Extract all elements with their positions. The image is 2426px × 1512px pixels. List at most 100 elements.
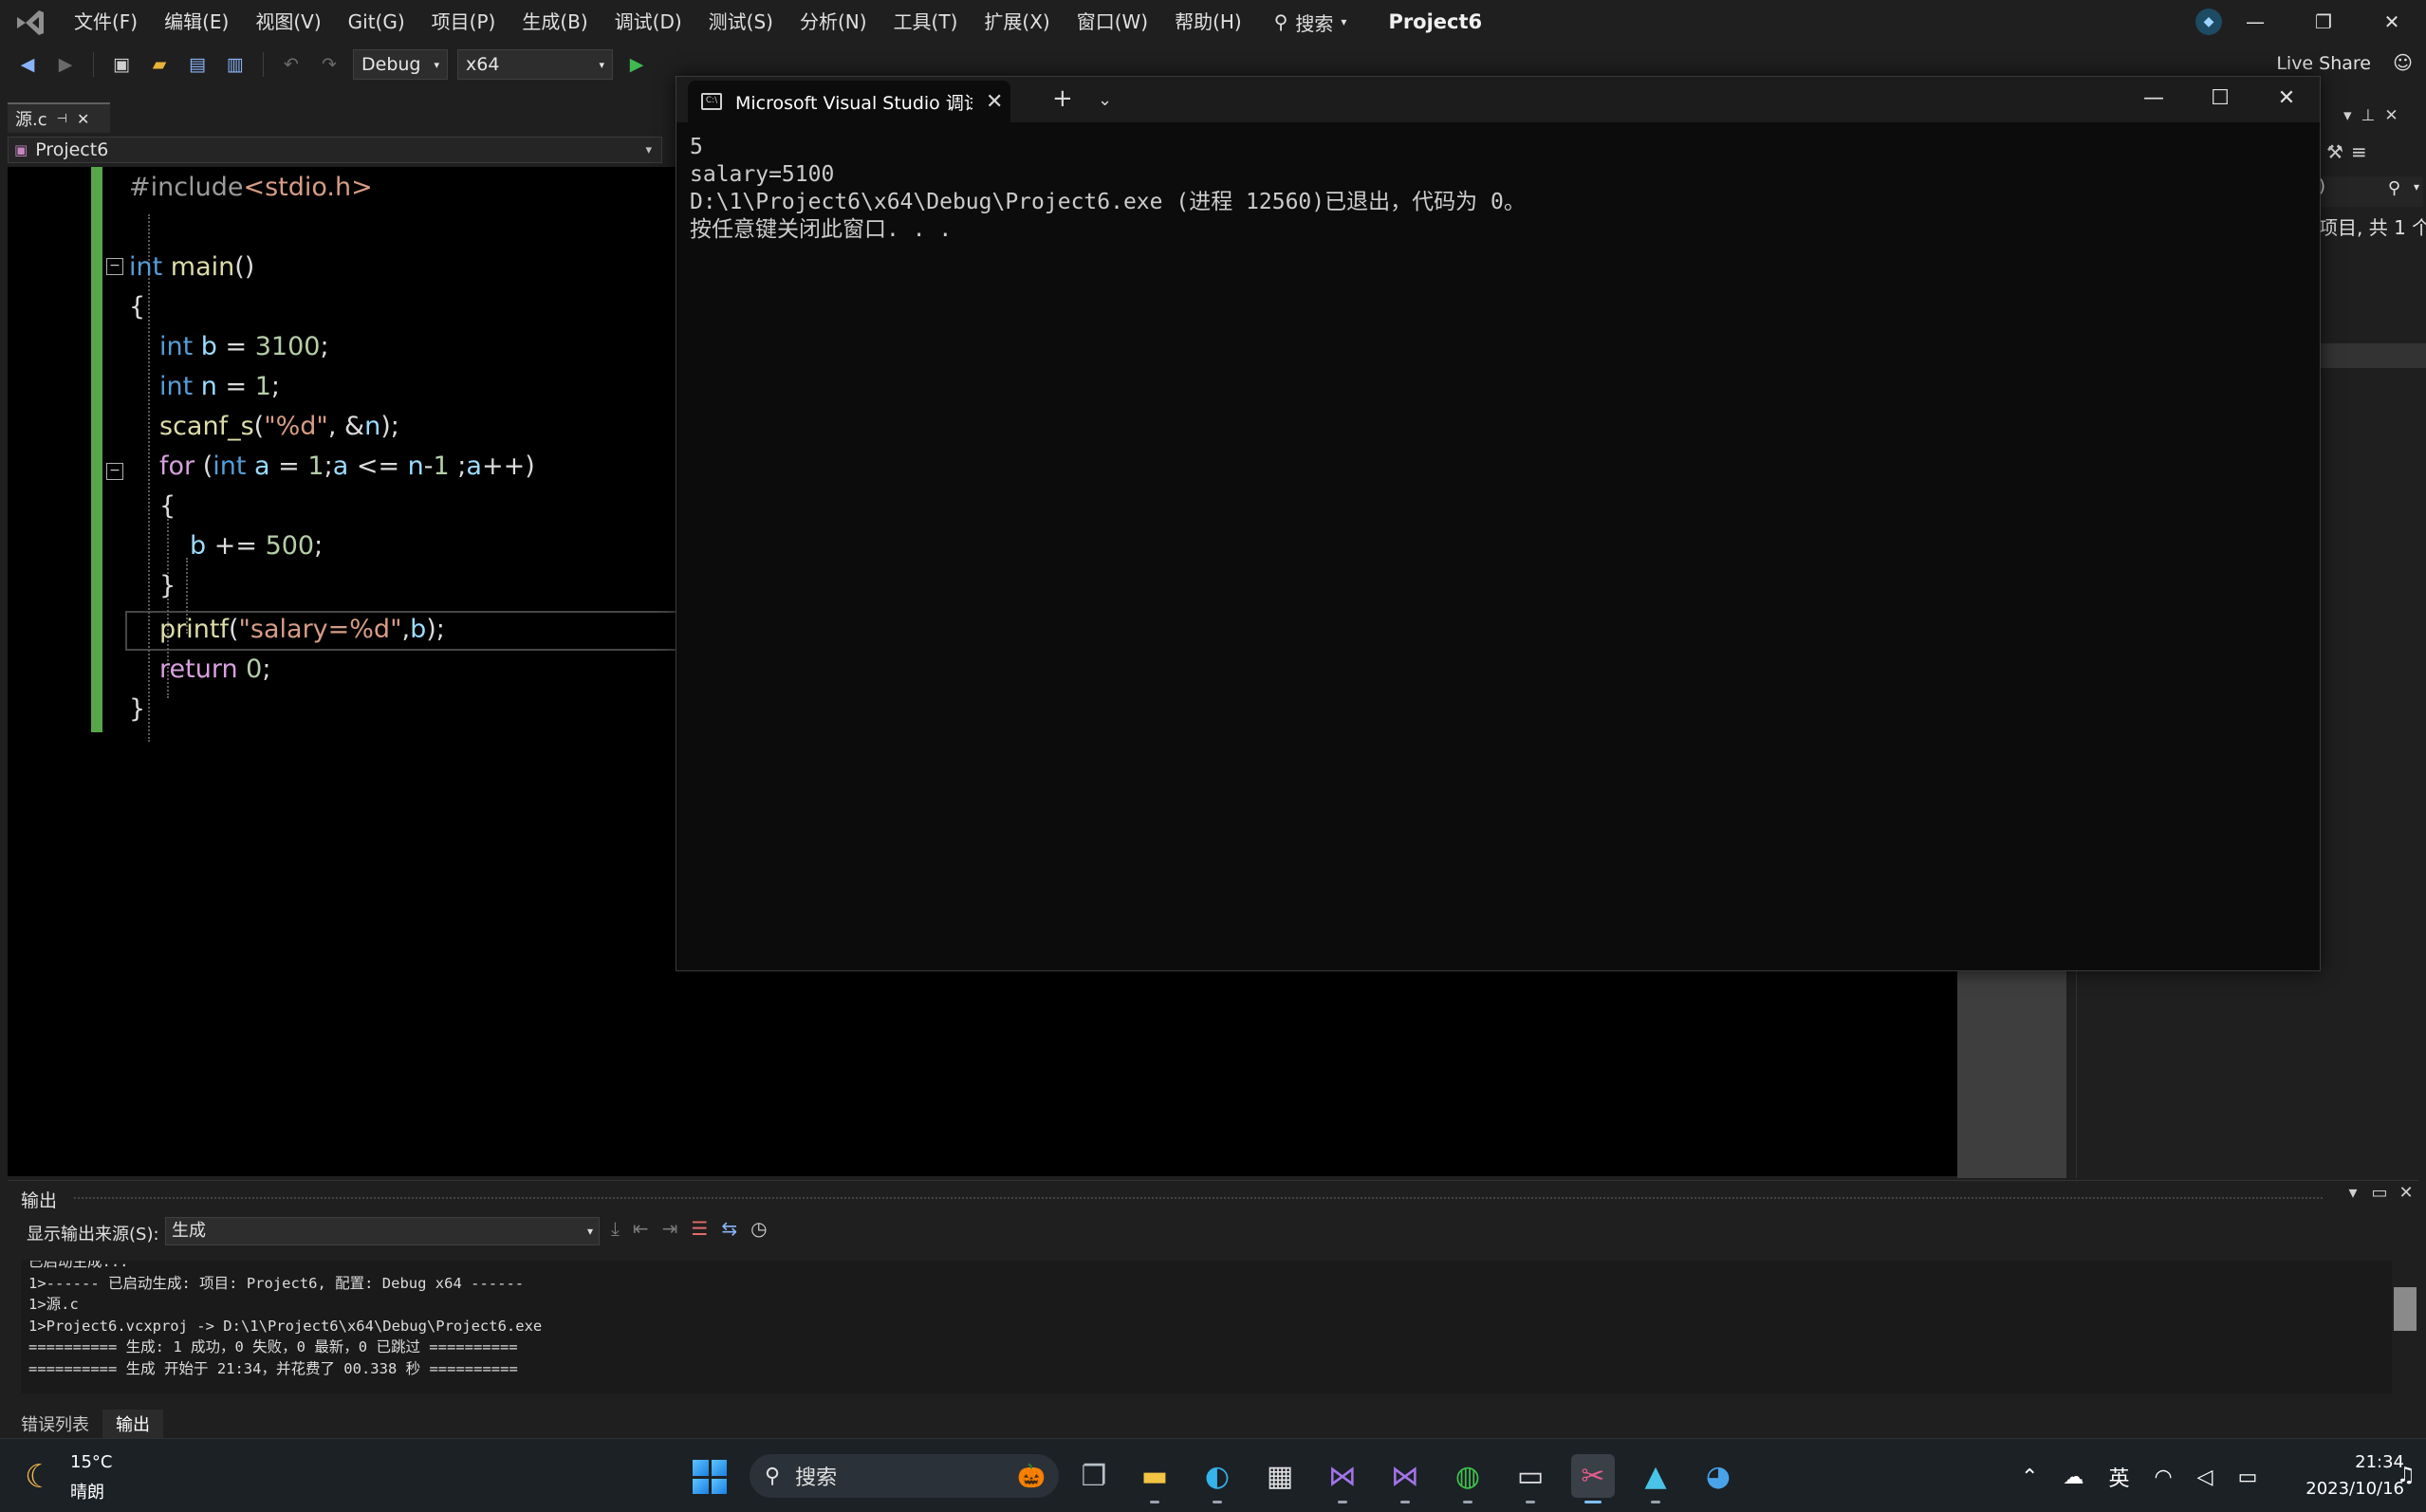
punctuation: () xyxy=(234,252,255,282)
live-share-button[interactable]: Live Share xyxy=(2276,53,2371,74)
store-icon[interactable]: ▦ xyxy=(1258,1454,1302,1498)
collapse-icon[interactable]: − xyxy=(106,258,123,275)
menu-tools[interactable]: 工具(T) xyxy=(880,0,972,44)
output-line: 1>------ 已启动生成: 项目: Project6, 配置: Debug … xyxy=(28,1274,525,1292)
new-project-icon[interactable]: ▣ xyxy=(107,50,136,79)
editor-scrollbar-area xyxy=(1957,968,2066,1178)
forward-icon[interactable]: ▶ xyxy=(51,50,80,79)
close-button[interactable]: ✕ xyxy=(2358,0,2426,44)
menu-help[interactable]: 帮助(H) xyxy=(1161,0,1255,44)
edge-browser-icon[interactable]: ◐ xyxy=(1195,1454,1239,1503)
wrench-icon[interactable]: ⚒ xyxy=(2326,140,2351,163)
number-literal: 3100 xyxy=(254,332,321,361)
solution-search-box[interactable]: ) ⚲ ▾ xyxy=(2319,176,2423,207)
selected-row[interactable] xyxy=(2317,343,2426,368)
notification-bell-icon[interactable]: ♫ xyxy=(2397,1464,2416,1487)
menu-test[interactable]: 测试(S) xyxy=(695,0,787,44)
task-view-icon[interactable]: ❐ xyxy=(1072,1454,1116,1498)
minimize-button[interactable]: — xyxy=(2120,77,2187,119)
scrollbar-thumb[interactable] xyxy=(2394,1287,2417,1331)
account-icon[interactable]: ◆ xyxy=(2195,9,2222,35)
close-icon[interactable]: ✕ xyxy=(77,110,89,128)
battery-icon[interactable]: ▭ xyxy=(2238,1466,2258,1489)
photos-icon[interactable]: ▲ xyxy=(1634,1454,1677,1503)
terminal-icon[interactable]: ▭ xyxy=(1509,1454,1552,1503)
pin-icon[interactable]: ⊥ xyxy=(2361,106,2385,125)
tab-output[interactable]: 输出 xyxy=(102,1410,163,1438)
code-line: int n = 1; xyxy=(159,368,280,406)
new-tab-button[interactable]: + xyxy=(1052,84,1073,113)
menu-window[interactable]: 窗口(W) xyxy=(1064,0,1161,44)
file-explorer-icon[interactable]: ▬ xyxy=(1133,1454,1176,1503)
menu-project[interactable]: 项目(P) xyxy=(418,0,509,44)
tab-error-list[interactable]: 错误列表 xyxy=(8,1410,102,1438)
visual-studio-icon[interactable]: ⋈ xyxy=(1321,1454,1364,1503)
volume-icon[interactable]: ◁ xyxy=(2197,1466,2213,1489)
maximize-button[interactable]: ☐ xyxy=(2187,77,2253,119)
chevron-down-icon[interactable]: ▾ xyxy=(2343,106,2361,125)
properties-icon[interactable]: ≡ xyxy=(2351,140,2375,163)
visual-studio-2-icon[interactable]: ⋈ xyxy=(1383,1454,1427,1503)
clock-icon[interactable]: ◷ xyxy=(750,1217,767,1240)
word-wrap-icon[interactable]: ⇆ xyxy=(721,1217,737,1240)
close-icon[interactable]: ✕ xyxy=(2384,106,2407,125)
navigation-bar[interactable]: ▣ Project6 ▾ xyxy=(8,137,662,163)
solution-configuration-select[interactable]: Debug ▾ xyxy=(353,49,448,80)
close-icon[interactable]: ✕ xyxy=(2396,1183,2417,1203)
menu-debug[interactable]: 调试(D) xyxy=(602,0,695,44)
panel-grip[interactable] xyxy=(74,1197,2323,1203)
menu-build[interactable]: 生成(B) xyxy=(509,0,601,44)
tab-source-file[interactable]: 源.c ⊣ ✕ xyxy=(8,102,110,133)
cloud-icon[interactable]: ☁ xyxy=(2063,1466,2083,1489)
clock-time[interactable]: 21:34 xyxy=(2323,1452,2404,1472)
menu-search-button[interactable]: ⚲ 搜索 ▾ xyxy=(1255,9,1362,36)
ime-indicator[interactable]: 英 xyxy=(2108,1462,2129,1492)
paint-icon[interactable]: ◕ xyxy=(1696,1454,1740,1498)
previous-message-icon[interactable]: ⇤ xyxy=(633,1217,649,1240)
chevron-up-icon[interactable]: ⌃ xyxy=(2021,1466,2038,1489)
back-icon[interactable]: ◀ xyxy=(13,50,42,79)
console-tab[interactable]: C:\ Microsoft Visual Studio 调试控制台 ✕ xyxy=(688,81,1010,122)
pin-icon[interactable]: ⊣ xyxy=(57,112,67,126)
taskbar-search[interactable]: ⚲ 搜索 🎃 xyxy=(750,1454,1059,1498)
output-vertical-scrollbar[interactable] xyxy=(2392,1261,2418,1393)
chevron-down-icon[interactable]: ⌄ xyxy=(1098,90,1112,110)
save-all-icon[interactable]: ▥ xyxy=(221,50,250,79)
wechat-icon[interactable]: ◍ xyxy=(1446,1454,1490,1503)
menu-git[interactable]: Git(G) xyxy=(335,0,418,44)
restore-button[interactable]: ❐ xyxy=(2289,0,2358,44)
toolbar-separator xyxy=(93,52,94,77)
redo-icon[interactable]: ↷ xyxy=(315,50,343,79)
debug-console-window[interactable]: C:\ Microsoft Visual Studio 调试控制台 ✕ + ⌄ … xyxy=(676,76,2321,971)
output-text-area[interactable]: 已启动生成... 1>------ 已启动生成: 项目: Project6, 配置… xyxy=(21,1261,2393,1393)
collapse-icon[interactable]: − xyxy=(106,463,123,480)
menu-file[interactable]: 文件(F) xyxy=(61,0,151,44)
save-icon[interactable]: ▤ xyxy=(183,50,212,79)
feedback-icon[interactable]: ☺ xyxy=(2393,51,2413,74)
snipping-tool-icon[interactable]: ✂ xyxy=(1571,1454,1615,1503)
output-source-select[interactable]: 生成 ▾ xyxy=(165,1217,600,1245)
moon-icon[interactable]: ☾ xyxy=(25,1458,53,1496)
solution-platform-select[interactable]: x64 ▾ xyxy=(457,49,613,80)
wifi-icon[interactable]: ◠ xyxy=(2154,1466,2172,1489)
undo-icon[interactable]: ↶ xyxy=(277,50,306,79)
start-button[interactable] xyxy=(693,1460,727,1494)
maximize-icon[interactable]: ▭ xyxy=(2369,1183,2390,1203)
code-line: scanf_s("%d", &n); xyxy=(159,408,399,446)
clear-all-icon[interactable]: ☰ xyxy=(691,1217,708,1240)
menu-view[interactable]: 视图(V) xyxy=(242,0,334,44)
find-message-icon[interactable]: ⤓ xyxy=(611,1217,620,1240)
weather-description[interactable]: 晴朗 xyxy=(70,1479,104,1503)
close-icon[interactable]: ✕ xyxy=(986,90,1003,114)
chevron-down-icon[interactable]: ▾ xyxy=(2343,1183,2363,1203)
menu-extensions[interactable]: 扩展(X) xyxy=(971,0,1063,44)
start-debugging-icon[interactable]: ▶ xyxy=(622,50,651,79)
open-folder-icon[interactable]: ▰ xyxy=(145,50,174,79)
minimize-button[interactable]: — xyxy=(2221,0,2289,44)
next-message-icon[interactable]: ⇥ xyxy=(662,1217,678,1240)
clock-date[interactable]: 2023/10/16 xyxy=(2304,1479,2404,1499)
menu-analyze[interactable]: 分析(N) xyxy=(787,0,880,44)
weather-temperature[interactable]: 15°C xyxy=(70,1452,112,1472)
menu-edit[interactable]: 编辑(E) xyxy=(151,0,242,44)
close-button[interactable]: ✕ xyxy=(2253,77,2320,119)
